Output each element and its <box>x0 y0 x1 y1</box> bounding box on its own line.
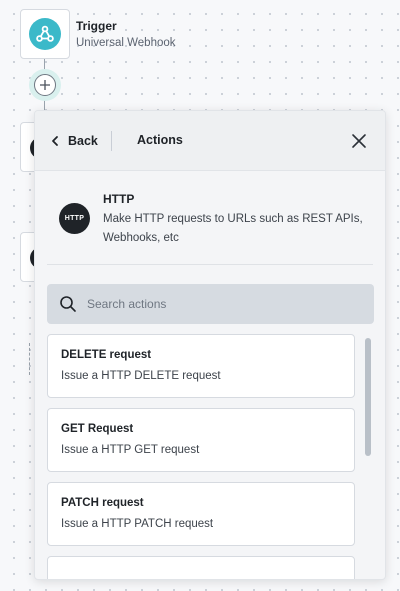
trigger-node[interactable] <box>20 9 70 59</box>
back-button[interactable]: Back <box>50 130 98 152</box>
scrollbar[interactable] <box>365 334 371 570</box>
search-input[interactable] <box>87 297 347 311</box>
chevron-left-icon <box>52 136 58 146</box>
add-step-button[interactable] <box>29 69 61 101</box>
scrollbar-thumb[interactable] <box>365 338 371 456</box>
action-title: GET Request <box>61 423 134 435</box>
close-icon[interactable] <box>351 133 367 149</box>
action-description: Issue a HTTP GET request <box>61 444 200 456</box>
trigger-title: Trigger <box>76 19 117 33</box>
app-info: HTTP HTTP Make HTTP requests to URLs suc… <box>47 171 373 265</box>
header-divider <box>111 131 112 151</box>
action-item-partial[interactable] <box>47 556 355 579</box>
panel-title: Actions <box>137 133 183 147</box>
search-icon <box>60 296 76 312</box>
back-label: Back <box>68 134 98 148</box>
action-item-delete-request[interactable]: DELETE request Issue a HTTP DELETE reque… <box>47 334 355 398</box>
search-bar[interactable] <box>47 284 374 324</box>
actions-panel: Back Actions HTTP HTTP Make HTTP request… <box>34 110 386 580</box>
trigger-subtitle: Universal Webhook <box>76 37 176 49</box>
action-item-get-request[interactable]: GET Request Issue a HTTP GET request <box>47 408 355 472</box>
app-name: HTTP <box>103 192 135 206</box>
action-description: Issue a HTTP DELETE request <box>61 370 221 382</box>
action-title: DELETE request <box>61 349 152 361</box>
http-logo-icon: HTTP <box>59 203 90 234</box>
action-title: PATCH request <box>61 497 144 509</box>
action-item-patch-request[interactable]: PATCH request Issue a HTTP PATCH request <box>47 482 355 546</box>
action-list: DELETE request Issue a HTTP DELETE reque… <box>47 334 355 579</box>
panel-header: Back Actions <box>35 111 385 171</box>
app-description: Make HTTP requests to URLs such as REST … <box>103 213 363 244</box>
webhook-icon <box>29 18 61 50</box>
action-description: Issue a HTTP PATCH request <box>61 518 214 530</box>
plus-icon <box>40 80 50 90</box>
